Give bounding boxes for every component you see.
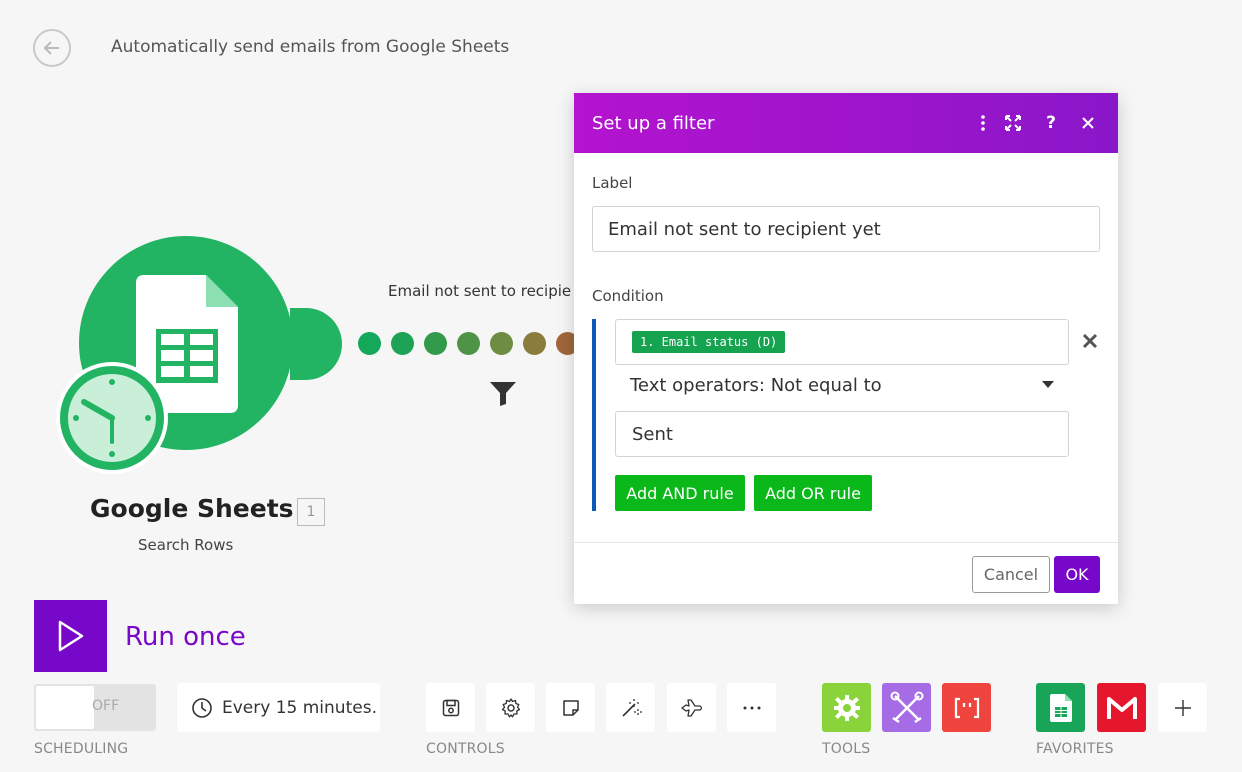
add-or-rule-button[interactable]: Add OR rule bbox=[754, 475, 872, 511]
gear-icon bbox=[501, 697, 520, 717]
route-dot bbox=[358, 332, 381, 355]
vertical-dots-icon bbox=[981, 115, 985, 131]
route-dot bbox=[523, 332, 546, 355]
dialog-help-button[interactable]: ? bbox=[1039, 111, 1063, 135]
route-dot bbox=[424, 332, 447, 355]
label-caption: Label bbox=[592, 174, 633, 192]
favorite-gmail-button[interactable] bbox=[1097, 683, 1146, 732]
condition-left-operand-input[interactable]: 1. Email status (D) bbox=[615, 319, 1069, 365]
arrow-left-icon bbox=[43, 41, 59, 55]
dialog-close-button[interactable] bbox=[1076, 111, 1100, 135]
plus-icon bbox=[1174, 699, 1191, 716]
scheduling-section-label: SCHEDULING bbox=[34, 741, 129, 757]
add-and-rule-button[interactable]: Add AND rule bbox=[615, 475, 745, 511]
module-id-badge: 1 bbox=[297, 498, 325, 526]
add-favorite-button[interactable] bbox=[1158, 683, 1207, 732]
cancel-button[interactable]: Cancel bbox=[972, 556, 1050, 593]
toggle-knob bbox=[36, 686, 94, 729]
close-icon bbox=[1082, 117, 1094, 129]
more-icon bbox=[743, 706, 760, 709]
ok-button[interactable]: OK bbox=[1054, 556, 1100, 593]
tools-flow-control-button[interactable] bbox=[822, 683, 871, 732]
clock-icon bbox=[56, 362, 168, 474]
tools-router-button[interactable] bbox=[882, 683, 931, 732]
module-connector bbox=[290, 308, 342, 380]
condition-group-bar bbox=[592, 319, 596, 511]
module-subtitle: Search Rows bbox=[138, 536, 234, 554]
favorites-section-label: FAVORITES bbox=[1036, 741, 1114, 757]
filter-dialog: Set up a filter ? Label Email not sent t… bbox=[574, 93, 1118, 604]
tools-text-icon bbox=[954, 697, 979, 718]
settings-button[interactable] bbox=[486, 683, 535, 732]
expand-icon bbox=[1005, 115, 1021, 131]
save-icon bbox=[442, 699, 459, 716]
notes-button[interactable] bbox=[546, 683, 595, 732]
label-input[interactable]: Email not sent to recipient yet bbox=[592, 206, 1100, 252]
favorite-google-sheets-button[interactable] bbox=[1036, 683, 1085, 732]
google-sheets-icon bbox=[1049, 693, 1072, 722]
dialog-menu-button[interactable] bbox=[971, 111, 995, 135]
tools-section-label: TOOLS bbox=[822, 741, 871, 757]
more-button[interactable] bbox=[727, 683, 776, 732]
route-dot bbox=[391, 332, 414, 355]
remove-condition-icon[interactable] bbox=[1080, 331, 1100, 351]
dialog-divider bbox=[574, 542, 1118, 543]
chevron-down-icon[interactable] bbox=[1042, 381, 1054, 388]
toggle-state-label: OFF bbox=[92, 698, 120, 714]
play-icon bbox=[58, 620, 83, 652]
gmail-icon bbox=[1106, 696, 1137, 719]
route-label[interactable]: Email not sent to recipie bbox=[388, 282, 571, 300]
magic-wand-icon bbox=[621, 698, 642, 717]
auto-align-button[interactable] bbox=[606, 683, 655, 732]
run-once-label[interactable]: Run once bbox=[125, 622, 246, 652]
back-button[interactable] bbox=[33, 29, 71, 67]
schedule-interval-text: Every 15 minutes. bbox=[222, 697, 377, 718]
route-dot bbox=[457, 332, 480, 355]
schedule-interval-button[interactable]: Every 15 minutes. bbox=[177, 683, 380, 732]
scenario-title: Automatically send emails from Google Sh… bbox=[111, 37, 510, 57]
airplane-icon bbox=[680, 698, 702, 717]
question-icon: ? bbox=[1046, 113, 1056, 133]
tools-gear-icon bbox=[833, 694, 860, 721]
operator-select[interactable]: Text operators: Not equal to bbox=[630, 375, 882, 396]
controls-section-label: CONTROLS bbox=[426, 741, 505, 757]
tools-flow-icon bbox=[890, 691, 923, 723]
dialog-title: Set up a filter bbox=[592, 112, 715, 134]
mapped-field-token[interactable]: 1. Email status (D) bbox=[632, 331, 786, 353]
condition-value-input[interactable]: Sent bbox=[615, 411, 1069, 457]
condition-caption: Condition bbox=[592, 287, 664, 305]
module-name: Google Sheets bbox=[90, 494, 294, 523]
note-icon bbox=[562, 699, 579, 716]
dialog-header: Set up a filter bbox=[574, 93, 1118, 153]
tools-text-parser-button[interactable] bbox=[942, 683, 991, 732]
dialog-expand-button[interactable] bbox=[1001, 111, 1025, 135]
run-once-button[interactable] bbox=[34, 600, 107, 672]
clock-icon bbox=[192, 697, 212, 718]
save-button[interactable] bbox=[426, 683, 475, 732]
filter-icon[interactable] bbox=[490, 382, 516, 406]
explain-flow-button[interactable] bbox=[667, 683, 716, 732]
route-dot bbox=[490, 332, 513, 355]
